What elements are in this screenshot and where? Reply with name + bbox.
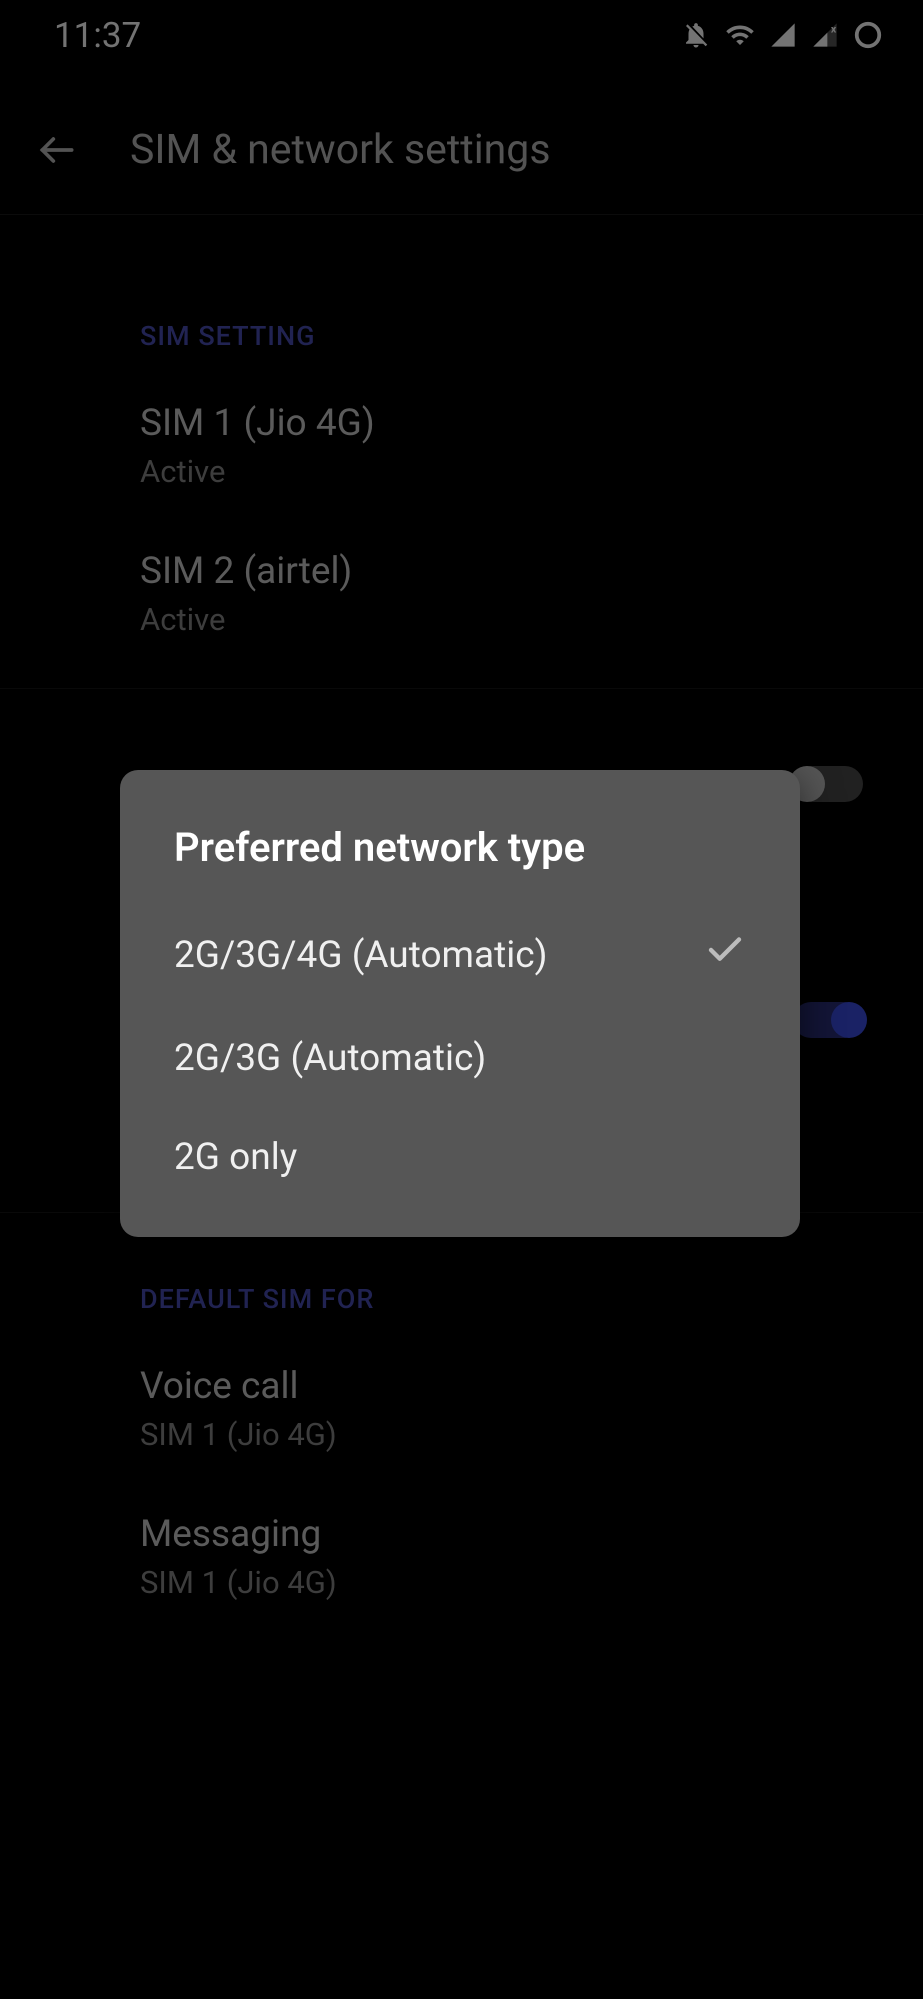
sim1-title: SIM 1 (Jio 4G) xyxy=(140,402,863,445)
status-icons: x xyxy=(681,20,883,50)
voice-call-item[interactable]: Voice call SIM 1 (Jio 4G) xyxy=(0,1335,923,1483)
voice-call-title: Voice call xyxy=(140,1365,863,1408)
voice-call-value: SIM 1 (Jio 4G) xyxy=(140,1416,863,1453)
messaging-title: Messaging xyxy=(140,1513,863,1556)
notifications-off-icon xyxy=(681,20,711,50)
section-sim-setting: SIM SETTING xyxy=(0,270,923,372)
network-option-2[interactable]: 2G only xyxy=(120,1108,800,1207)
arrow-left-icon xyxy=(35,128,79,172)
status-bar: 11:37 x xyxy=(0,0,923,70)
dialog-title: Preferred network type xyxy=(120,824,800,901)
sim2-title: SIM 2 (airtel) xyxy=(140,550,863,593)
page-title: SIM & network settings xyxy=(130,126,551,174)
check-icon xyxy=(704,929,746,981)
network-option-label: 2G only xyxy=(174,1136,297,1179)
section-default-sim: DEFAULT SIM FOR xyxy=(0,1233,923,1335)
app-header: SIM & network settings xyxy=(0,125,923,215)
wifi-icon xyxy=(725,20,755,50)
signal-icon-2: x xyxy=(811,21,839,49)
sim2-status: Active xyxy=(140,601,863,638)
sim1-item[interactable]: SIM 1 (Jio 4G) Active xyxy=(0,372,923,520)
svg-text:x: x xyxy=(831,23,837,36)
status-time: 11:37 xyxy=(54,15,141,56)
preferred-network-dialog: Preferred network type 2G/3G/4G (Automat… xyxy=(120,770,800,1237)
toggle-off[interactable] xyxy=(793,766,863,802)
divider xyxy=(0,688,923,689)
messaging-item[interactable]: Messaging SIM 1 (Jio 4G) xyxy=(0,1483,923,1631)
signal-icon-1 xyxy=(769,21,797,49)
back-button[interactable] xyxy=(32,125,82,175)
sim1-status: Active xyxy=(140,453,863,490)
toggle-on[interactable] xyxy=(793,1002,863,1038)
messaging-value: SIM 1 (Jio 4G) xyxy=(140,1564,863,1601)
network-option-label: 2G/3G/4G (Automatic) xyxy=(174,934,547,977)
data-circle-icon xyxy=(853,20,883,50)
network-option-0[interactable]: 2G/3G/4G (Automatic) xyxy=(120,901,800,1009)
network-option-1[interactable]: 2G/3G (Automatic) xyxy=(120,1009,800,1108)
network-option-label: 2G/3G (Automatic) xyxy=(174,1037,486,1080)
sim2-item[interactable]: SIM 2 (airtel) Active xyxy=(0,520,923,668)
